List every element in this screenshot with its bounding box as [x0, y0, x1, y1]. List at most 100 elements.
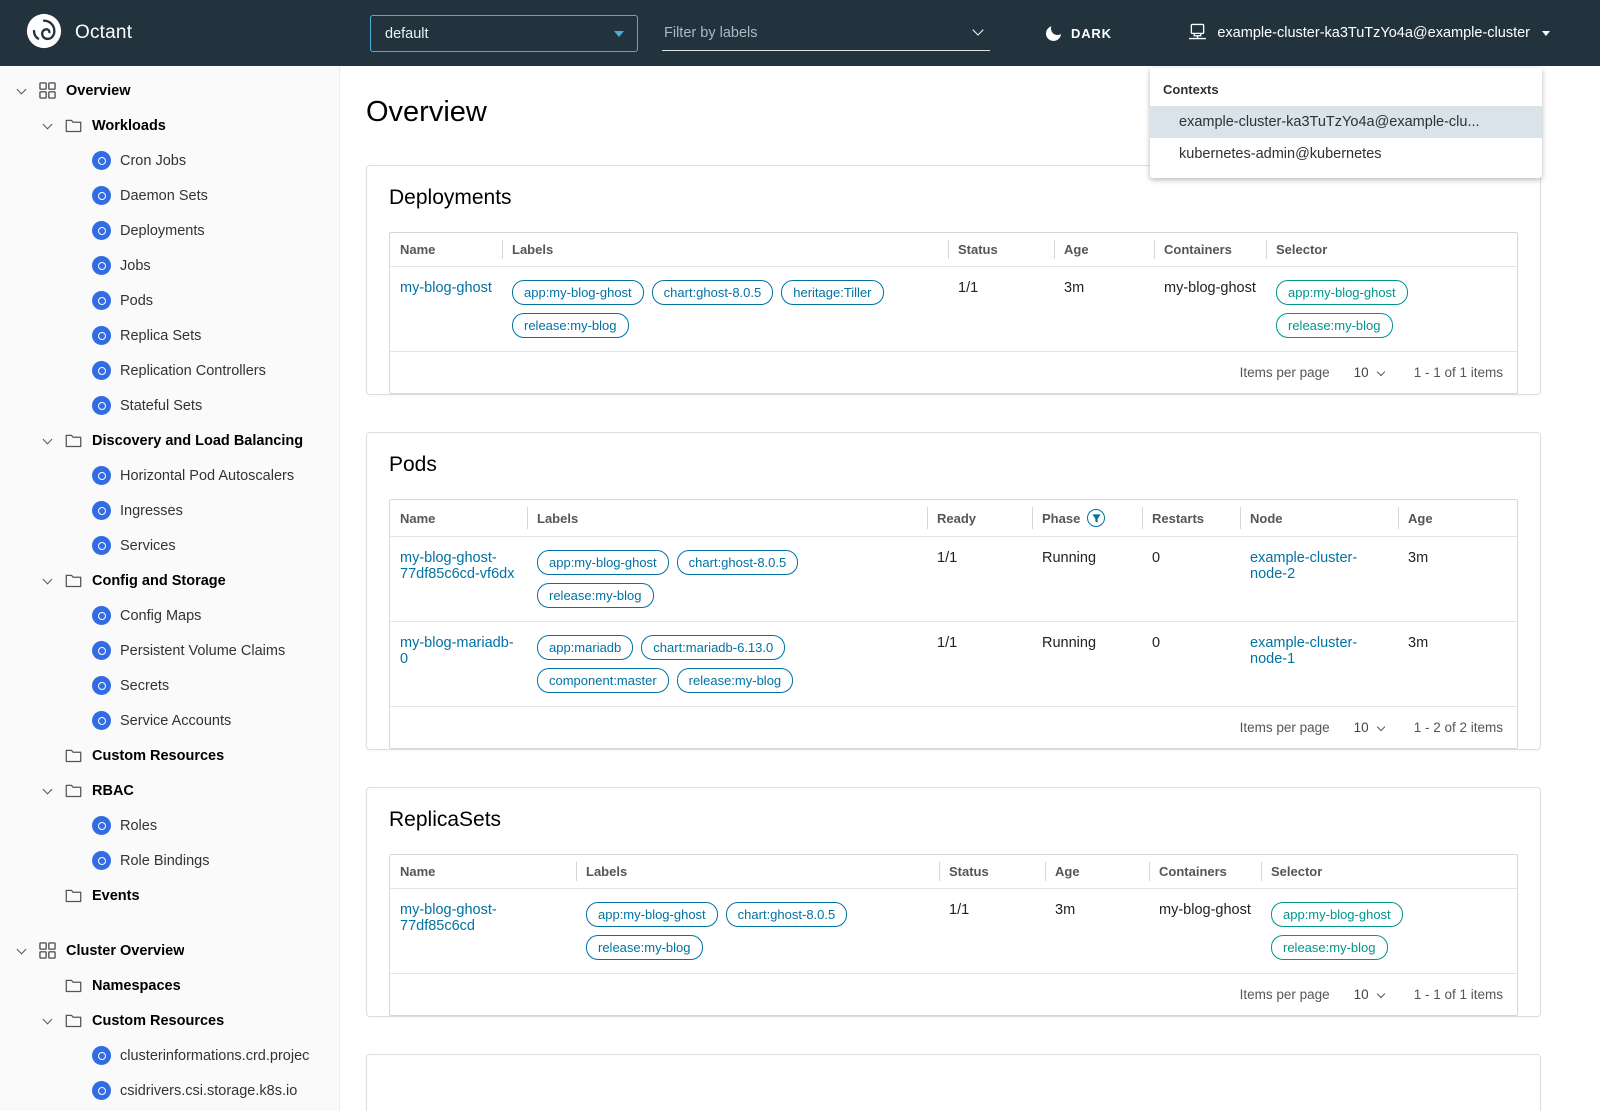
- label-badge[interactable]: release:my-blog: [1276, 313, 1393, 338]
- cell-node: example-cluster-node-2: [1240, 537, 1398, 621]
- cell-restarts: 0: [1142, 537, 1240, 621]
- resource-link[interactable]: example-cluster-node-1: [1250, 635, 1388, 667]
- sidebar-item-stateful-sets[interactable]: Stateful Sets: [0, 388, 339, 423]
- column-header-label: Status: [949, 864, 989, 879]
- sidebar-item-pods[interactable]: Pods: [0, 283, 339, 318]
- card-deployments: Deployments Name Labels Status Age Containers…: [366, 165, 1541, 395]
- contexts-dropdown-title: Contexts: [1163, 82, 1219, 97]
- label-filter: [662, 15, 990, 51]
- label-badge[interactable]: app:mariadb: [537, 635, 634, 660]
- label-badge[interactable]: app:my-blog-ghost: [537, 550, 669, 575]
- label-badge[interactable]: release:my-blog: [537, 583, 654, 608]
- column-header-age: Age: [1045, 855, 1149, 888]
- context-item-kubernetes-admin-kubernetes[interactable]: kubernetes-admin@kubernetes: [1150, 138, 1542, 170]
- resource-link[interactable]: my-blog-ghost: [400, 280, 492, 296]
- sidebar-item-replica-sets[interactable]: Replica Sets: [0, 318, 339, 353]
- sidebar-item-deployments[interactable]: Deployments: [0, 213, 339, 248]
- sidebar-item-cluster-overview[interactable]: Cluster Overview: [0, 933, 339, 968]
- sidebar-item-csidrivers-csi-storage-k8s-io[interactable]: csidrivers.csi.storage.k8s.io: [0, 1073, 339, 1108]
- sidebar-item-workloads[interactable]: Workloads: [0, 108, 339, 143]
- label-badge[interactable]: heritage:Tiller: [781, 280, 884, 305]
- cell-name: my-blog-ghost-77df85c6cd-vf6dx: [390, 537, 527, 621]
- label-badge[interactable]: app:my-blog-ghost: [1271, 902, 1403, 927]
- label-badge[interactable]: release:my-blog: [676, 668, 794, 693]
- column-header-label: Name: [400, 864, 436, 879]
- context-selector-button[interactable]: example-cluster-ka3TuTzYo4a@example-clus…: [1188, 0, 1550, 66]
- namespace-select[interactable]: default: [370, 15, 638, 52]
- label-filter-input[interactable]: [664, 24, 944, 41]
- sidebar-item-label: Pods: [120, 292, 154, 309]
- cell-phase: Running: [1032, 622, 1142, 706]
- sidebar-item-role-bindings[interactable]: Role Bindings: [0, 843, 339, 878]
- sidebar-item-discovery-and-load-balancing[interactable]: Discovery and Load Balancing: [0, 423, 339, 458]
- page-size-select[interactable]: 10: [1354, 720, 1385, 735]
- theme-toggle[interactable]: DARK: [1046, 0, 1112, 66]
- label-badge[interactable]: component:master: [537, 668, 669, 693]
- chevron-down-icon: [1376, 989, 1385, 998]
- sidebar-item-config-and-storage[interactable]: Config and Storage: [0, 563, 339, 598]
- label-badge[interactable]: app:my-blog-ghost: [1276, 280, 1408, 305]
- sidebar-item-clusterinformations-crd-projec[interactable]: clusterinformations.crd.projec: [0, 1038, 339, 1073]
- label-badge[interactable]: chart:ghost-8.0.5: [676, 550, 799, 575]
- label-badge[interactable]: chart:ghost-8.0.5: [651, 280, 774, 305]
- chevron-down-icon[interactable]: [13, 84, 29, 94]
- chevron-down-icon: [1376, 367, 1385, 376]
- pagination-range: 1 - 1 of 1 items: [1413, 987, 1503, 1002]
- sidebar-item-rbac[interactable]: RBAC: [0, 773, 339, 808]
- resource-link[interactable]: example-cluster-node-2: [1250, 550, 1388, 582]
- sidebar-item-horizontal-pod-autoscalers[interactable]: Horizontal Pod Autoscalers: [0, 458, 339, 493]
- cell-text: 3m: [1064, 280, 1085, 296]
- sidebar-item-replication-controllers[interactable]: Replication Controllers: [0, 353, 339, 388]
- context-item-example-cluster-ka3tutzyo4a-example-clu[interactable]: example-cluster-ka3TuTzYo4a@example-clu.…: [1150, 106, 1542, 138]
- sidebar-item-custom-resources[interactable]: Custom Resources: [0, 1003, 339, 1038]
- chevron-down-icon[interactable]: [972, 24, 984, 36]
- chevron-down-icon[interactable]: [39, 119, 55, 129]
- chevron-down-icon[interactable]: [39, 574, 55, 584]
- sidebar-item-config-maps[interactable]: Config Maps: [0, 598, 339, 633]
- label-badge[interactable]: app:my-blog-ghost: [586, 902, 718, 927]
- chevron-down-icon[interactable]: [13, 944, 29, 954]
- sidebar-item-persistent-volume-claims[interactable]: Persistent Volume Claims: [0, 633, 339, 668]
- sidebar-item-secrets[interactable]: Secrets: [0, 668, 339, 703]
- sidebar-item-ingresses[interactable]: Ingresses: [0, 493, 339, 528]
- sidebar-item-label: Ingresses: [120, 502, 183, 519]
- cell-age: 3m: [1398, 622, 1517, 706]
- label-badge[interactable]: release:my-blog: [512, 313, 629, 338]
- sidebar-item-service-accounts[interactable]: Service Accounts: [0, 703, 339, 738]
- contexts-dropdown-items: example-cluster-ka3TuTzYo4a@example-clu.…: [1150, 106, 1542, 170]
- chevron-down-icon[interactable]: [39, 1014, 55, 1024]
- sidebar-item-label: Role Bindings: [120, 852, 210, 869]
- filter-funnel-icon[interactable]: [1087, 509, 1106, 527]
- page-size-select[interactable]: 10: [1354, 987, 1385, 1002]
- sidebar-item-services[interactable]: Services: [0, 528, 339, 563]
- resource-link[interactable]: my-blog-mariadb-0: [400, 635, 517, 667]
- column-header-label: Selector: [1276, 242, 1328, 257]
- chevron-down-icon[interactable]: [39, 784, 55, 794]
- label-badge[interactable]: chart:ghost-8.0.5: [725, 902, 848, 927]
- resource-icon: [92, 606, 111, 625]
- sidebar-item-daemon-sets[interactable]: Daemon Sets: [0, 178, 339, 213]
- folder-icon: [64, 976, 83, 995]
- chevron-down-icon[interactable]: [39, 434, 55, 444]
- column-header-name: Name: [390, 500, 527, 536]
- label-badge[interactable]: chart:mariadb-6.13.0: [641, 635, 786, 660]
- sidebar-item-label: Service Accounts: [120, 712, 232, 729]
- label-badge[interactable]: release:my-blog: [1271, 935, 1388, 960]
- folder-icon: [64, 116, 83, 135]
- sidebar-item-roles[interactable]: Roles: [0, 808, 339, 843]
- sidebar-item-custom-resources[interactable]: Custom Resources: [0, 738, 339, 773]
- page-size-select[interactable]: 10: [1354, 365, 1385, 380]
- cluster-icon: [1188, 23, 1207, 44]
- resource-link[interactable]: my-blog-ghost-77df85c6cd: [400, 902, 566, 934]
- sidebar-item-overview[interactable]: Overview: [0, 73, 339, 108]
- sidebar-item-namespaces[interactable]: Namespaces: [0, 968, 339, 1003]
- column-header-containers: Containers: [1154, 233, 1266, 266]
- sidebar-item-cron-jobs[interactable]: Cron Jobs: [0, 143, 339, 178]
- cell-labels: app:my-blog-ghost chart:ghost-8.0.5 releas…: [527, 537, 927, 621]
- label-badge[interactable]: app:my-blog-ghost: [512, 280, 644, 305]
- label-badge[interactable]: release:my-blog: [586, 935, 703, 960]
- resource-link[interactable]: my-blog-ghost-77df85c6cd-vf6dx: [400, 550, 517, 582]
- cell-text: 3m: [1408, 635, 1429, 651]
- sidebar-item-events[interactable]: Events: [0, 878, 339, 913]
- sidebar-item-jobs[interactable]: Jobs: [0, 248, 339, 283]
